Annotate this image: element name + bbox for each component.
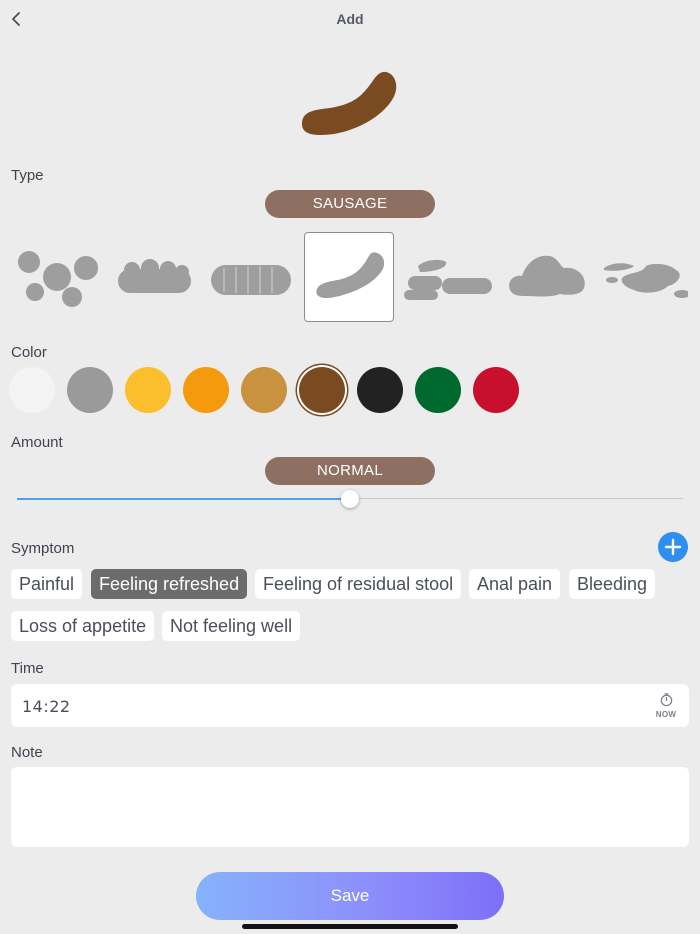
symptom-chip-bleeding[interactable]: Bleeding [569, 569, 656, 599]
color-swatch-3[interactable] [125, 367, 171, 413]
save-button[interactable]: Save [196, 872, 504, 920]
color-swatch-8[interactable] [415, 367, 461, 413]
symptom-chip-residual-stool[interactable]: Feeling of residual stool [255, 569, 462, 599]
amount-slider-fill [17, 498, 350, 500]
symptom-chip-anal-pain[interactable]: Anal pain [469, 569, 561, 599]
time-label: Time [11, 660, 44, 677]
color-swatch-1[interactable] [9, 367, 55, 413]
add-symptom-button[interactable] [658, 532, 688, 562]
type-option-watery[interactable] [598, 232, 690, 322]
type-option-lumps[interactable] [10, 232, 100, 322]
symptom-chip-feeling-refreshed[interactable]: Feeling refreshed [91, 569, 248, 599]
now-button[interactable]: NOW [654, 692, 678, 720]
color-swatch-9[interactable] [473, 367, 519, 413]
time-value: 14:22 [22, 697, 71, 716]
stopwatch-icon [660, 693, 672, 707]
note-label: Note [11, 744, 43, 761]
plus-icon [664, 538, 682, 556]
type-label: Type [11, 167, 44, 184]
selected-type-preview [296, 66, 404, 138]
time-field[interactable] [11, 684, 689, 727]
color-swatch-6[interactable] [299, 367, 345, 413]
note-input[interactable] [11, 767, 689, 847]
amount-value-badge: NORMAL [265, 457, 435, 485]
color-swatch-5[interactable] [241, 367, 287, 413]
type-option-lumpy-sausage[interactable] [108, 232, 198, 322]
color-swatch-7[interactable] [357, 367, 403, 413]
type-option-soft-blobs[interactable] [402, 232, 492, 322]
home-indicator [242, 924, 458, 929]
color-label: Color [11, 344, 47, 361]
color-swatch-4[interactable] [183, 367, 229, 413]
type-value-badge: SAUSAGE [265, 190, 435, 218]
symptom-chip-painful[interactable]: Painful [11, 569, 83, 599]
amount-slider-thumb[interactable] [341, 490, 359, 508]
symptom-label: Symptom [11, 540, 75, 557]
type-option-sausage[interactable] [304, 232, 394, 322]
symptom-chip-loss-of-appetite[interactable]: Loss of appetite [11, 611, 155, 641]
color-swatch-2[interactable] [67, 367, 113, 413]
type-option-cracked-sausage[interactable] [206, 232, 296, 322]
page-title: Add [336, 11, 364, 27]
symptom-chip-not-feeling-well[interactable]: Not feeling well [162, 611, 301, 641]
amount-label: Amount [11, 434, 63, 451]
now-label: NOW [655, 710, 677, 719]
type-option-mushy[interactable] [500, 232, 590, 322]
